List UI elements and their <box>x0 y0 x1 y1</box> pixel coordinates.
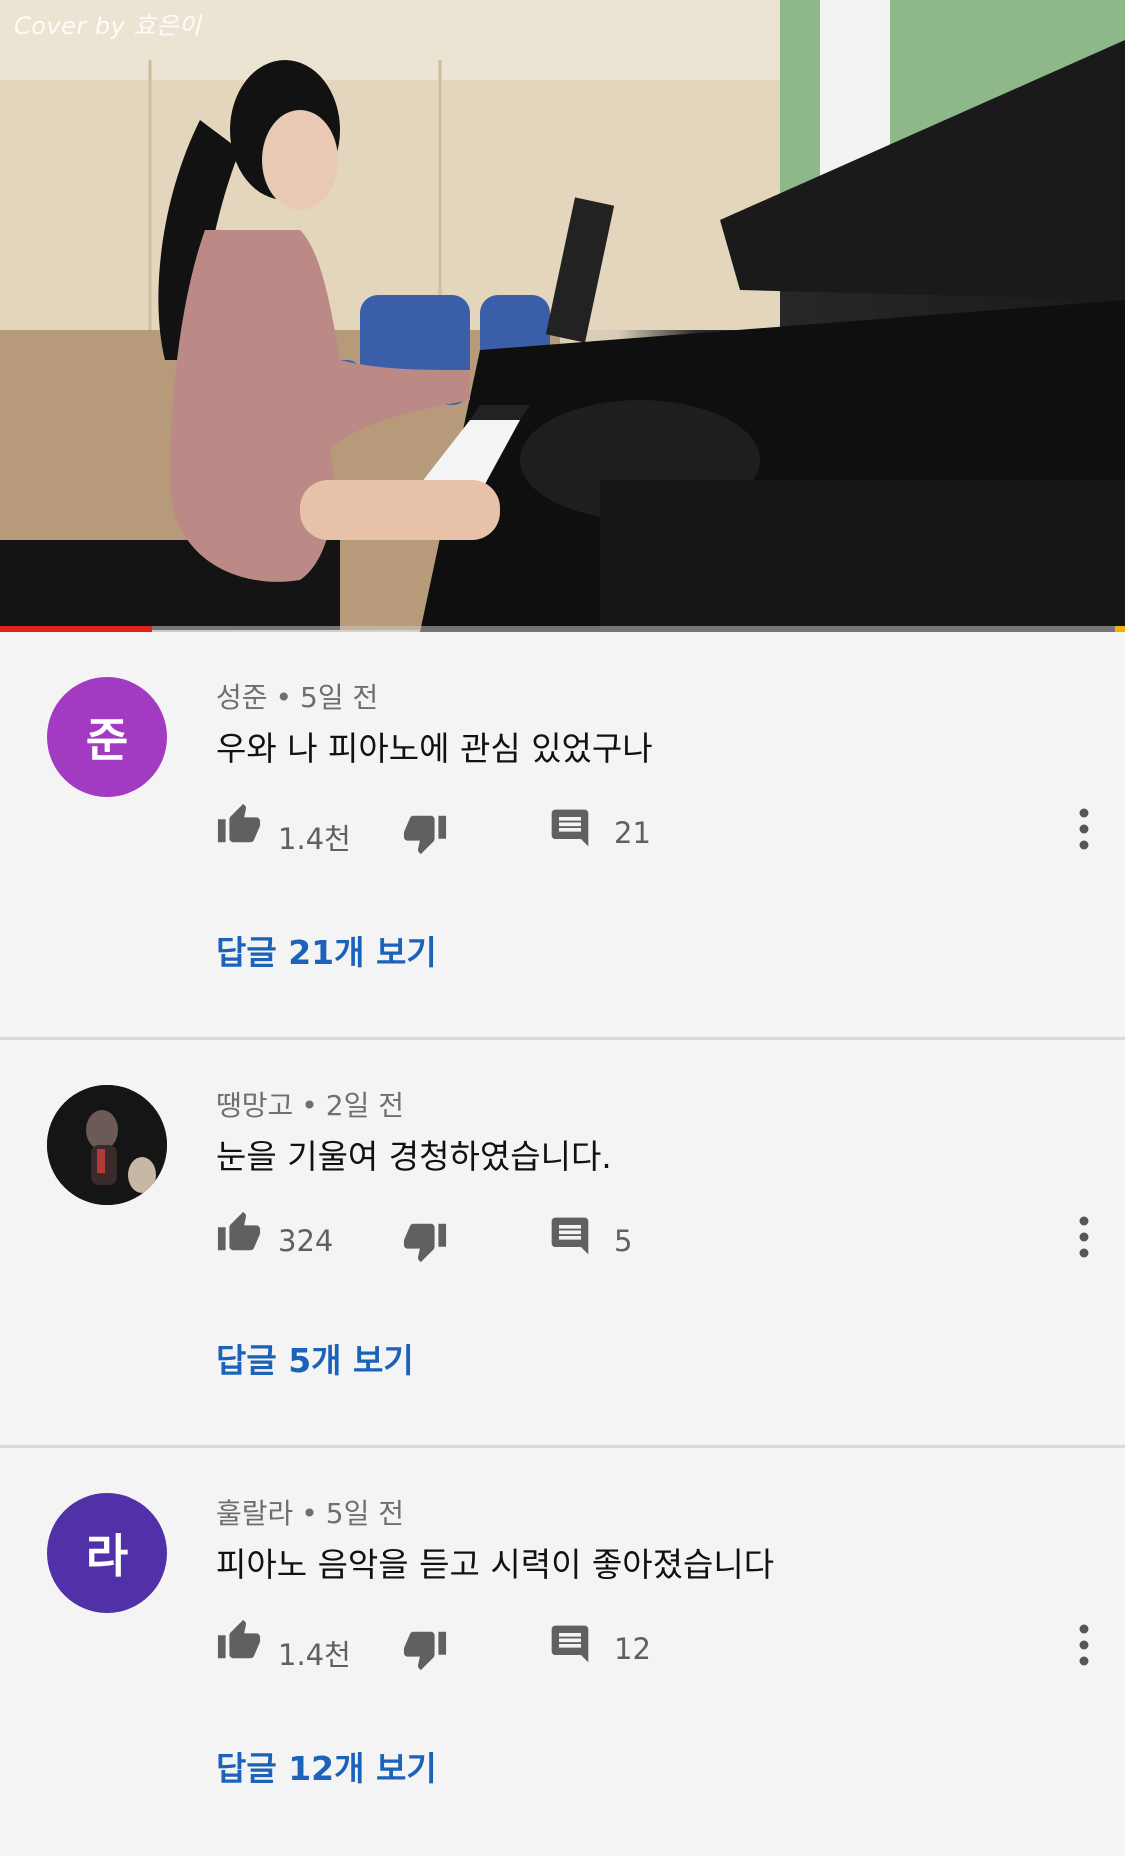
avatar-letter: 라 <box>85 1529 129 1583</box>
comment-icon[interactable] <box>548 806 592 850</box>
comment-author[interactable]: 땡망고 <box>216 1089 293 1122</box>
comment-author[interactable]: 훌랄라 <box>216 1497 293 1530</box>
avatar[interactable]: 라 <box>47 1493 167 1613</box>
view-replies-link[interactable]: 답글 12개 보기 <box>216 1742 437 1790</box>
comment-author[interactable]: 성준 <box>216 681 268 714</box>
meta-separator: • <box>301 1497 318 1530</box>
thumb-down-icon[interactable] <box>402 1218 448 1264</box>
comment-item: 준 성준•5일 전 우와 나 피아노에 관심 있었구나 1.4천 21 답글 <box>0 632 1125 1040</box>
video-watermark: Cover by 효은이 <box>14 12 202 40</box>
comment-time: 5일 전 <box>300 681 379 714</box>
comment-actions: 1.4천 21 <box>216 802 1096 862</box>
thumb-down-icon[interactable] <box>402 1626 448 1672</box>
comment-actions: 324 5 <box>216 1210 1096 1270</box>
comment-time: 2일 전 <box>325 1089 405 1122</box>
video-frame <box>0 0 1125 632</box>
avatar-letter: 준 <box>85 713 129 767</box>
comment-icon[interactable] <box>548 1214 592 1258</box>
comment-meta: 성준 • 5일 전 <box>216 676 378 716</box>
like-count: 1.4천 <box>278 822 351 856</box>
more-vertical-icon[interactable] <box>1072 806 1096 852</box>
comment-text: 눈을 기울여 경청하였습니다. <box>216 1137 612 1176</box>
like-count: 1.4천 <box>278 1638 351 1672</box>
comment-actions: 1.4천 12 <box>216 1618 1096 1678</box>
reply-count: 5 <box>614 1224 633 1258</box>
thumb-up-icon[interactable] <box>216 802 262 848</box>
comment-time: 5일 전 <box>325 1497 405 1530</box>
comment-meta: 땡망고 • 2일 전 <box>216 1084 404 1124</box>
thumb-up-icon[interactable] <box>216 1210 262 1256</box>
thumb-up-icon[interactable] <box>216 1618 262 1664</box>
comment-text: 피아노 음악을 듣고 시력이 좋아졌습니다 <box>216 1545 775 1584</box>
comment-item: 땡망고 • 2일 전 눈을 기울여 경청하였습니다. 324 5 답글 5개 보기 <box>0 1040 1125 1448</box>
comment-item: 라 훌랄라 • 5일 전 피아노 음악을 듣고 시력이 좋아졌습니다 1.4천 12 <box>0 1448 1125 1856</box>
comment-icon[interactable] <box>548 1622 592 1666</box>
like-count: 324 <box>278 1224 334 1258</box>
comment-meta: 훌랄라 • 5일 전 <box>216 1492 404 1532</box>
avatar-photo <box>47 1085 167 1205</box>
comment-text: 우와 나 피아노에 관심 있었구나 <box>216 729 653 768</box>
meta-separator: • <box>275 681 293 714</box>
reply-count: 21 <box>614 816 651 850</box>
reply-count: 12 <box>614 1632 651 1666</box>
meta-separator: • <box>301 1089 318 1122</box>
thumb-down-icon[interactable] <box>402 810 448 856</box>
avatar[interactable] <box>47 1085 167 1205</box>
more-vertical-icon[interactable] <box>1072 1214 1096 1260</box>
view-replies-link[interactable]: 답글 5개 보기 <box>216 1334 414 1382</box>
avatar[interactable]: 준 <box>47 677 167 797</box>
view-replies-link[interactable]: 답글 21개 보기 <box>216 926 437 974</box>
more-vertical-icon[interactable] <box>1072 1622 1096 1668</box>
video-player[interactable]: Cover by 효은이 <box>0 0 1125 632</box>
